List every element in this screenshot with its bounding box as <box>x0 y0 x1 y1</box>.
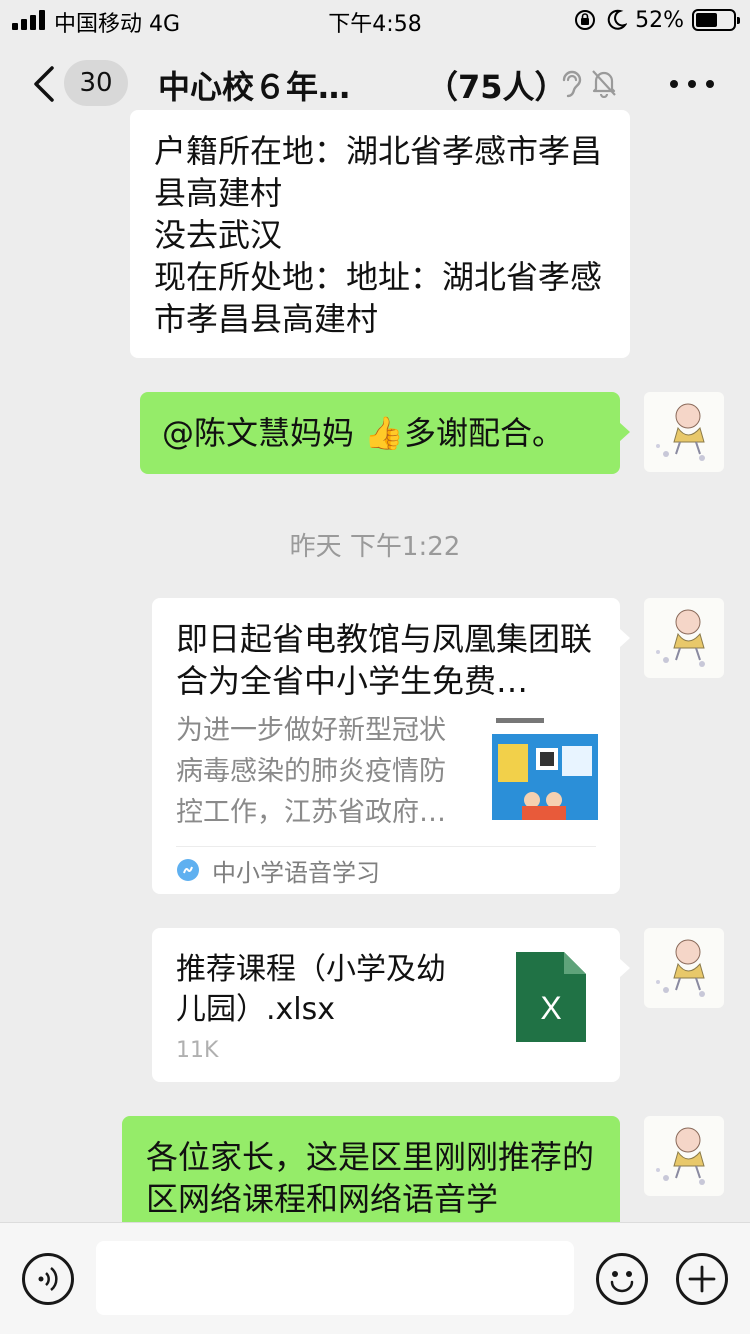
excel-file-icon: X <box>516 952 586 1042</box>
link-thumbnail <box>492 714 598 820</box>
message-input[interactable] <box>96 1241 574 1315</box>
message-text: 各位家长，这是区里刚刚推荐的区网络课程和网络语音学 <box>146 1138 595 1218</box>
thumbs-up-emoji: 👍 <box>364 414 405 452</box>
battery-icon <box>692 9 740 31</box>
battery-percent: 52% <box>635 7 684 33</box>
emoji-icon[interactable] <box>596 1253 648 1305</box>
reply-text: 多谢配合。 <box>404 414 565 452</box>
link-title: 即日起省电教馆与凤凰集团联合为全省中小学生免费… <box>176 620 593 700</box>
timestamp: 昨天 下午1:22 <box>289 532 461 562</box>
mute-bell-icon <box>592 70 616 98</box>
link-description: 为进一步做好新型冠状病毒感染的肺炎疫情防控工作，江苏省政府… <box>176 715 446 828</box>
excel-letter: X <box>540 990 562 1026</box>
chat-title: 中心校６年… <box>158 68 351 106</box>
avatar[interactable] <box>644 1116 724 1196</box>
avatar-sketch-icon <box>656 939 705 997</box>
avatar[interactable] <box>644 598 724 678</box>
plus-icon[interactable] <box>676 1253 728 1305</box>
status-right: 52% <box>573 5 740 35</box>
sent-text-bubble[interactable]: @陈文慧妈妈 👍多谢配合。 <box>140 392 630 474</box>
mention: @陈文慧妈妈 <box>162 414 355 452</box>
message-text: @陈文慧妈妈 👍多谢配合。 <box>162 412 598 454</box>
avatar[interactable] <box>644 928 724 1008</box>
unread-count-badge[interactable]: 30 <box>64 60 128 106</box>
link-source: 中小学语音学习 <box>212 858 380 887</box>
more-icon[interactable] <box>670 80 714 90</box>
file-name: 推荐课程（小学及幼儿园）.xlsx <box>176 952 446 1027</box>
status-bar: 中国移动 4G 下午4:58 52% <box>0 0 750 40</box>
back-arrow-icon[interactable] <box>26 62 66 106</box>
avatar-sketch-icon <box>656 403 705 461</box>
ear-icon <box>562 70 582 98</box>
avatar-sketch-icon <box>656 609 705 667</box>
rotation-lock-icon <box>575 10 596 30</box>
link-card[interactable]: 即日起省电教馆与凤凰集团联合为全省中小学生免费… 为进一步做好新型冠状病毒感染的… <box>152 598 630 894</box>
file-card[interactable]: 推荐课程（小学及幼儿园）.xlsx 11K X <box>152 928 630 1082</box>
avatar-sketch-icon <box>656 1127 705 1185</box>
member-count: （75人） <box>426 68 567 106</box>
voice-icon[interactable] <box>22 1253 74 1305</box>
mini-program-icon <box>177 859 199 881</box>
moon-icon <box>607 9 628 30</box>
message-text: 户籍所在地：湖北省孝感市孝昌县高建村 没去武汉 现在所处地：地址：湖北省孝感市孝… <box>154 132 603 338</box>
received-text-bubble[interactable]: 户籍所在地：湖北省孝感市孝昌县高建村 没去武汉 现在所处地：地址：湖北省孝感市孝… <box>130 110 630 358</box>
input-bar <box>0 1222 750 1334</box>
avatar[interactable] <box>644 392 724 472</box>
